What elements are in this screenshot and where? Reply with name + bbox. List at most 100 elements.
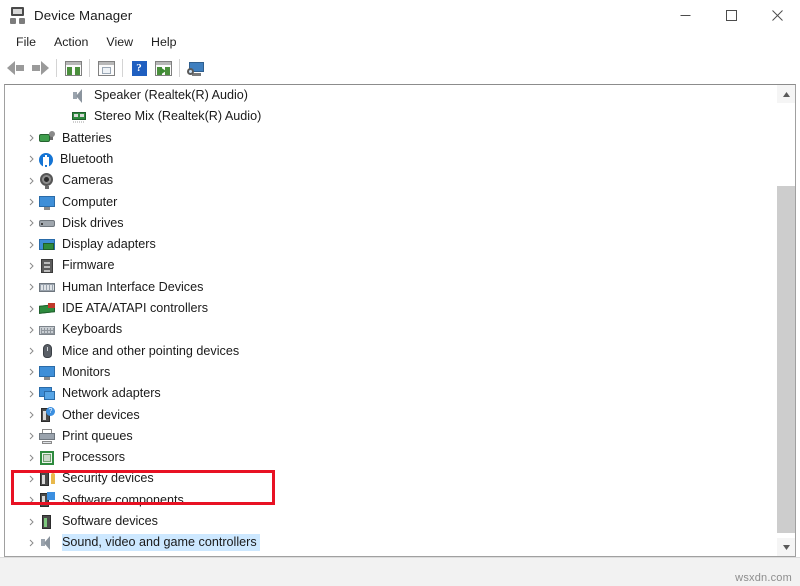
menu-bar: File Action View Help [0, 31, 800, 54]
forward-button[interactable] [28, 56, 52, 80]
chevron-right-icon[interactable] [23, 241, 39, 249]
watermark: wsxdn.com [735, 572, 792, 584]
title-bar: Device Manager [0, 0, 800, 31]
chevron-right-icon[interactable] [23, 411, 39, 419]
bluetooth-icon [39, 153, 53, 167]
help-button[interactable]: ? [127, 56, 151, 80]
scrollbar-thumb[interactable] [777, 186, 795, 533]
tree-row[interactable]: Network adapters [5, 383, 777, 404]
minimize-button[interactable] [662, 0, 708, 31]
tree-row[interactable]: Sound, video and game controllers [5, 532, 777, 553]
human-interface-device-icon [39, 279, 55, 295]
tree-row[interactable]: Bluetooth [5, 149, 777, 170]
menu-help[interactable]: Help [142, 33, 185, 52]
back-button[interactable] [4, 56, 28, 80]
tree-row-label: Mice and other pointing devices [62, 343, 242, 360]
show-hide-console-tree-button[interactable] [61, 56, 85, 80]
computer-icon [39, 194, 55, 210]
tree-row[interactable]: ?Other devices [5, 405, 777, 426]
chevron-right-icon[interactable] [23, 475, 39, 483]
tree-row[interactable]: Software devices [5, 511, 777, 532]
device-tree-panel: Speaker (Realtek(R) Audio)Stereo Mix (Re… [4, 84, 796, 557]
tree-row[interactable]: Display adapters [5, 234, 777, 255]
printer-icon [39, 428, 55, 444]
chevron-right-icon[interactable] [23, 262, 39, 270]
tree-row-label: Human Interface Devices [62, 279, 206, 296]
chevron-right-icon[interactable] [23, 305, 39, 313]
update-driver-button[interactable] [151, 56, 175, 80]
tree-row[interactable]: Batteries [5, 128, 777, 149]
back-arrow-icon [7, 61, 25, 75]
chevron-right-icon[interactable] [23, 219, 39, 227]
camera-icon [39, 173, 55, 189]
tree-row[interactable]: Software components [5, 490, 777, 511]
tree-row[interactable]: IDE ATA/ATAPI controllers [5, 298, 777, 319]
window-controls [662, 0, 800, 31]
chevron-right-icon[interactable] [23, 326, 39, 334]
scan-hardware-icon [187, 61, 205, 76]
chevron-right-icon[interactable] [23, 177, 39, 185]
toolbar-separator-3 [122, 59, 123, 77]
tree-row[interactable]: Security devices [5, 468, 777, 489]
chevron-right-icon[interactable] [23, 539, 39, 547]
vertical-scrollbar[interactable] [776, 85, 795, 556]
chevron-right-icon[interactable] [23, 496, 39, 504]
tree-row[interactable]: Processors [5, 447, 777, 468]
update-driver-icon [155, 61, 172, 76]
chevron-right-icon[interactable] [23, 454, 39, 462]
close-button[interactable] [754, 0, 800, 31]
scroll-down-arrow[interactable] [777, 538, 795, 556]
chevron-right-icon[interactable] [23, 155, 39, 163]
tree-row[interactable]: Print queues [5, 426, 777, 447]
properties-button[interactable] [94, 56, 118, 80]
menu-view[interactable]: View [97, 33, 142, 52]
device-manager-window: Device Manager File Action [0, 0, 800, 586]
maximize-button[interactable] [708, 0, 754, 31]
sound-card-icon [71, 109, 87, 125]
chevron-right-icon[interactable] [23, 518, 39, 526]
tree-row-label: Batteries [62, 130, 115, 147]
bottom-strip [0, 557, 800, 586]
console-tree-icon [65, 61, 82, 76]
toolbar-separator-1 [56, 59, 57, 77]
chevron-right-icon[interactable] [23, 198, 39, 206]
tree-row-label: IDE ATA/ATAPI controllers [62, 300, 211, 317]
tree-row[interactable]: Computer [5, 192, 777, 213]
menu-file[interactable]: File [7, 33, 45, 52]
tree-row[interactable]: Keyboards [5, 319, 777, 340]
chevron-right-icon[interactable] [23, 390, 39, 398]
tree-row[interactable]: Storage controllers [5, 554, 777, 556]
chevron-right-icon[interactable] [23, 134, 39, 142]
firmware-icon [39, 258, 55, 274]
menu-action[interactable]: Action [45, 33, 97, 52]
tree-row[interactable]: Cameras [5, 170, 777, 191]
device-manager-icon [9, 7, 26, 24]
tree-row-label: Security devices [62, 470, 157, 487]
mouse-icon [39, 343, 55, 359]
properties-icon [98, 61, 115, 76]
chevron-right-icon[interactable] [23, 432, 39, 440]
tree-row-label: Cameras [62, 172, 116, 189]
processor-icon [39, 450, 55, 466]
tree-row[interactable]: Monitors [5, 362, 777, 383]
chevron-right-icon[interactable] [23, 347, 39, 355]
tree-row[interactable]: Stereo Mix (Realtek(R) Audio) [5, 106, 777, 127]
chevron-right-icon[interactable] [23, 368, 39, 376]
tree-row[interactable]: Human Interface Devices [5, 277, 777, 298]
tree-row-label: Keyboards [62, 321, 125, 338]
tree-row[interactable]: Firmware [5, 255, 777, 276]
tree-row[interactable]: Mice and other pointing devices [5, 341, 777, 362]
display-adapter-icon [39, 237, 55, 253]
toolbar-separator-4 [179, 59, 180, 77]
tree-row[interactable]: Speaker (Realtek(R) Audio) [5, 85, 777, 106]
monitor-icon [39, 364, 55, 380]
tree-row-label: Bluetooth [60, 151, 116, 168]
scan-for-hardware-changes-button[interactable] [184, 56, 208, 80]
chevron-right-icon[interactable] [23, 283, 39, 291]
scroll-up-arrow[interactable] [777, 85, 795, 103]
disk-drive-icon [39, 215, 55, 231]
tree-row[interactable]: Disk drives [5, 213, 777, 234]
tree-row-label: Firmware [62, 257, 117, 274]
network-adapter-icon [39, 386, 55, 402]
help-icon: ? [132, 61, 147, 76]
